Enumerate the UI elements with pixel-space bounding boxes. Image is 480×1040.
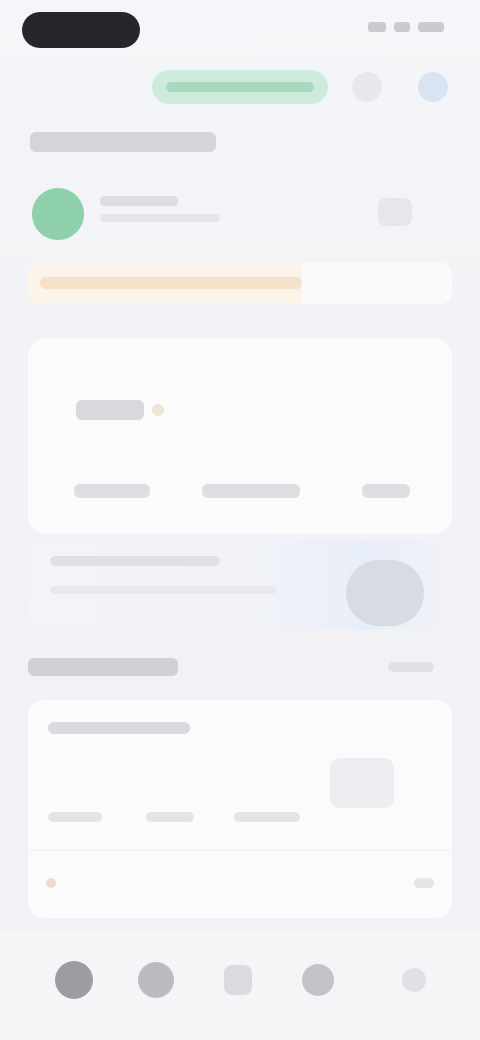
alert-dot-icon xyxy=(46,878,56,888)
header xyxy=(0,62,480,112)
page-title xyxy=(30,132,216,152)
status-time-pill xyxy=(22,12,140,48)
list-meta-2 xyxy=(146,812,194,822)
section-more-link[interactable] xyxy=(388,662,434,672)
add-icon xyxy=(224,965,252,995)
notice-text xyxy=(40,277,302,289)
list-card-title xyxy=(48,722,190,734)
stat-value-2 xyxy=(202,484,300,498)
stats-card-title xyxy=(76,400,144,420)
home-icon xyxy=(55,961,93,999)
notice-action-area xyxy=(302,262,452,304)
promo-button-label xyxy=(166,82,314,92)
scan-icon[interactable] xyxy=(352,72,382,102)
nav-item-discover[interactable] xyxy=(128,952,184,1008)
notice-banner[interactable] xyxy=(28,262,452,304)
nav-item-profile[interactable] xyxy=(386,952,442,1008)
stat-value-1 xyxy=(74,484,150,498)
list-meta-3 xyxy=(234,812,300,822)
battery-icon xyxy=(418,22,444,32)
section-header xyxy=(24,654,456,680)
banner-title xyxy=(50,556,220,566)
profile-row[interactable] xyxy=(28,182,452,246)
banner-illustration-icon xyxy=(346,560,424,626)
status-bar xyxy=(0,0,480,58)
chevron-right-icon[interactable] xyxy=(414,878,434,888)
promo-banner[interactable] xyxy=(28,540,452,630)
list-meta-1 xyxy=(48,812,102,822)
profile-action-icon[interactable] xyxy=(378,198,412,226)
user-avatar-icon[interactable] xyxy=(418,72,448,102)
stat-value-3 xyxy=(362,484,410,498)
section-title xyxy=(28,658,178,676)
list-card-thumbnail xyxy=(330,758,394,808)
messages-icon xyxy=(302,964,334,996)
divider xyxy=(28,850,452,851)
profile-icon xyxy=(402,968,426,992)
nav-item-add[interactable] xyxy=(210,952,266,1008)
profile-name xyxy=(100,196,178,206)
stats-badge-icon xyxy=(152,404,164,416)
bottom-nav xyxy=(0,930,480,1040)
nav-item-home[interactable] xyxy=(46,952,102,1008)
nav-item-messages[interactable] xyxy=(290,952,346,1008)
signal-icon xyxy=(368,22,386,32)
banner-subtitle xyxy=(50,586,276,594)
stats-card[interactable] xyxy=(28,338,452,534)
promo-button[interactable] xyxy=(152,70,328,104)
status-indicators xyxy=(368,22,444,32)
list-card[interactable] xyxy=(28,700,452,918)
discover-icon xyxy=(138,962,174,998)
profile-subtitle xyxy=(100,214,220,222)
avatar[interactable] xyxy=(32,188,84,240)
app-screen xyxy=(0,0,480,1040)
wifi-icon xyxy=(394,22,410,32)
